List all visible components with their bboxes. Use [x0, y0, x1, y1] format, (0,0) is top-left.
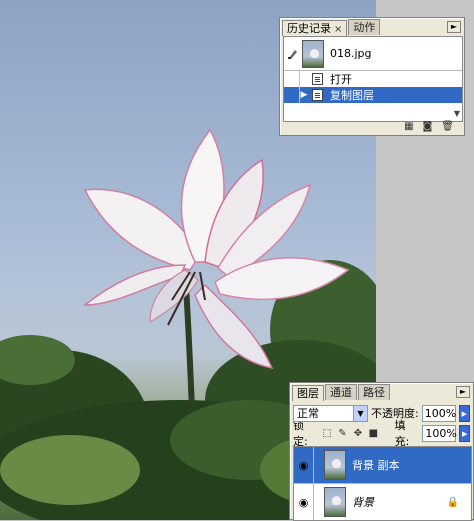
lock-transparency-icon[interactable]: ⬚ [321, 428, 333, 439]
snapshot-row[interactable]: 018.jpg [284, 37, 462, 71]
document-state-icon [312, 73, 323, 85]
tab-layers-label: 图层 [297, 387, 319, 400]
layers-panel: 图层 通道 路径 ► 正常 ▼ 不透明度: 100% ▶ 锁定: ⬚ ✎ ✥ ■… [289, 382, 474, 521]
current-state-arrow-icon: ▶ [300, 90, 308, 100]
lock-all-icon[interactable]: ■ [367, 428, 379, 439]
opacity-field[interactable]: 100% [421, 404, 456, 422]
layer-list[interactable]: ◉ 背景 副本 ◉ 背景 🔒 [293, 446, 472, 521]
eye-icon: ◉ [298, 458, 309, 472]
tab-actions[interactable]: 动作 [348, 19, 381, 35]
history-state-label: 打开 [330, 73, 352, 86]
blend-mode-value: 正常 [297, 406, 319, 420]
snapshot-thumbnail [302, 39, 324, 68]
layer-name: 背景 副本 [352, 459, 400, 472]
layer-row-background[interactable]: ◉ 背景 🔒 [294, 483, 471, 520]
create-snapshot-icon[interactable]: ◙ [423, 122, 433, 132]
fill-field[interactable]: 100% [422, 424, 457, 442]
new-document-from-state-icon[interactable]: ▦ [404, 122, 413, 132]
tab-channels-label: 通道 [330, 386, 352, 399]
history-state-duplicate-layer[interactable]: ▶ 复制图层 [284, 87, 462, 103]
layer-thumbnail [324, 487, 346, 517]
document-state-icon [312, 89, 323, 101]
tab-paths-label: 路径 [363, 386, 385, 399]
tab-history-label: 历史记录 [287, 22, 331, 35]
blend-mode-select[interactable]: 正常 ▼ [293, 404, 368, 422]
snapshot-name: 018.jpg [330, 47, 372, 60]
history-footer: ▦ ◙ 🗑 [280, 119, 464, 135]
lock-label: 锁定: [293, 419, 308, 448]
lock-fill-row: 锁定: ⬚ ✎ ✥ ■ 填充: 100% ▶ [290, 419, 473, 448]
history-panel-tabs: 历史记录 × 动作 [280, 18, 464, 36]
fill-slider-button[interactable]: ▶ [459, 424, 470, 442]
history-brush-slot[interactable] [284, 71, 300, 87]
lock-position-icon[interactable]: ✥ [352, 428, 364, 439]
lock-icon: 🔒 [446, 496, 459, 508]
history-brush-slot[interactable] [284, 87, 300, 103]
fill-label: 填充: [394, 419, 410, 448]
history-state-label: 复制图层 [330, 89, 374, 102]
layer-thumbnail [324, 450, 346, 480]
blend-opacity-row: 正常 ▼ 不透明度: 100% ▶ [290, 403, 473, 423]
trash-icon[interactable]: 🗑 [441, 122, 454, 132]
layers-panel-tabs: 图层 通道 路径 [290, 383, 473, 401]
tab-paths[interactable]: 路径 [358, 384, 390, 400]
panel-menu-button[interactable]: ► [447, 21, 461, 33]
history-panel: 历史记录 × 动作 ► 018.jpg 打开 ▶ 复制图层 ▼ ▦ ◙ 🗑 [279, 17, 465, 136]
close-icon[interactable]: × [334, 24, 342, 35]
eye-icon: ◉ [298, 495, 309, 509]
tab-actions-label: 动作 [353, 21, 376, 34]
scroll-down-icon[interactable]: ▼ [454, 109, 460, 118]
tab-channels[interactable]: 通道 [325, 384, 357, 400]
visibility-toggle[interactable]: ◉ [294, 447, 314, 484]
opacity-slider-button[interactable]: ▶ [458, 404, 470, 422]
history-state-open[interactable]: 打开 [284, 71, 462, 87]
chevron-down-icon[interactable]: ▼ [353, 405, 367, 421]
visibility-toggle[interactable]: ◉ [294, 483, 314, 520]
layer-row-background-copy[interactable]: ◉ 背景 副本 [294, 447, 471, 484]
history-brush-source-icon[interactable] [284, 37, 302, 71]
tab-layers[interactable]: 图层 [292, 385, 324, 401]
history-list[interactable]: 018.jpg 打开 ▶ 复制图层 ▼ [283, 36, 463, 122]
lock-image-pixels-icon[interactable]: ✎ [336, 428, 348, 439]
tab-history[interactable]: 历史记录 × [282, 20, 348, 36]
panel-menu-button[interactable]: ► [456, 386, 470, 398]
layer-name: 背景 [352, 496, 374, 509]
